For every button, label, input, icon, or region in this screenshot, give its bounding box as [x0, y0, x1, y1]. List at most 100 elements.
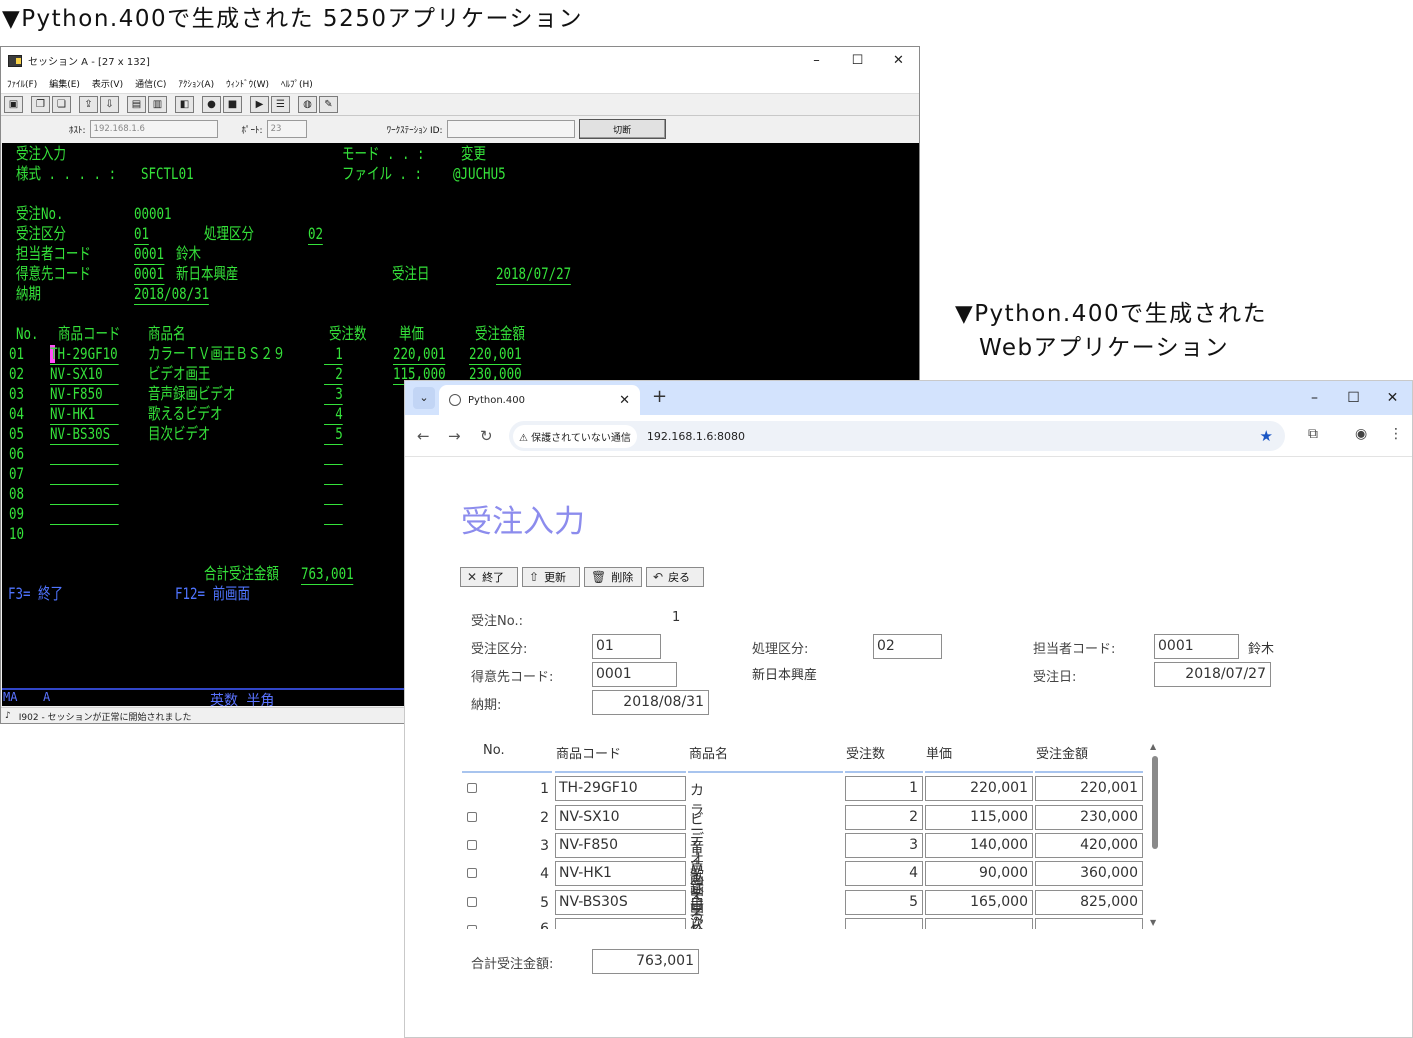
menu-window[interactable]: ｳｨﾝﾄﾞｳ(W) — [226, 77, 269, 90]
screen-proc-kbn-field[interactable]: 02 — [308, 224, 324, 245]
port-field[interactable]: 23 — [266, 120, 307, 138]
new-tab-icon[interactable]: + — [652, 386, 667, 407]
row-qty-field[interactable]: 5 — [845, 890, 923, 915]
stop-macro-icon[interactable]: ■ — [223, 96, 242, 113]
grid-scrollbar[interactable]: ▲ ▼ — [1149, 742, 1159, 930]
omnibox[interactable]: ⚠ 保護されていない通信 192.168.1.6:8080 ★ — [509, 421, 1285, 451]
play-macro-icon[interactable]: ▶ — [250, 96, 269, 113]
row-price-field[interactable]: 165,000 — [925, 890, 1033, 915]
row-checkbox[interactable] — [467, 840, 477, 850]
help-icon[interactable]: ✎ — [319, 96, 338, 113]
paste-icon[interactable]: ❏ — [52, 96, 71, 113]
scroll-down-icon[interactable]: ▼ — [1150, 918, 1156, 927]
row-amount-field[interactable] — [1035, 918, 1143, 929]
row-code-field[interactable]: NV-BS30S — [555, 890, 686, 915]
scroll-up-icon[interactable]: ▲ — [1150, 742, 1156, 751]
row-code-field[interactable]: NV-F850 — [555, 833, 686, 858]
screen-row-qty[interactable] — [324, 524, 343, 525]
row-price-field[interactable] — [925, 918, 1033, 929]
scroll-thumb[interactable] — [1152, 756, 1158, 849]
globe-icon[interactable]: ◍ — [298, 96, 317, 113]
screen-row-qty[interactable]: 1 — [324, 344, 343, 365]
row-checkbox[interactable] — [467, 783, 477, 793]
tab-close-icon[interactable]: ✕ — [619, 393, 630, 408]
screen-row-code[interactable]: NV-HK1 — [50, 404, 119, 425]
order-date-field[interactable]: 2018/07/27 — [1154, 662, 1271, 687]
display-alt-icon[interactable]: ▥ — [148, 96, 167, 113]
row-checkbox[interactable] — [467, 925, 477, 929]
record-macro-icon[interactable]: ● — [202, 96, 221, 113]
macro-list-icon[interactable]: ☰ — [271, 96, 290, 113]
screen-row-qty[interactable] — [324, 464, 343, 465]
security-indicator[interactable]: ⚠ 保護されていない通信 — [513, 424, 637, 448]
screen-order-date-field[interactable]: 2018/07/27 — [496, 264, 572, 285]
screen-row-code[interactable] — [50, 484, 119, 485]
row-price-field[interactable]: 115,000 — [925, 805, 1033, 830]
copy-icon[interactable]: ❐ — [31, 96, 50, 113]
screen-row-code[interactable]: NV-SX10 — [50, 364, 119, 385]
browser-maximize-button[interactable]: ☐ — [1334, 381, 1373, 415]
row-code-field[interactable]: NV-HK1 — [555, 861, 686, 886]
browser-minimize-button[interactable]: – — [1295, 381, 1334, 415]
menu-view[interactable]: 表示(V) — [92, 77, 123, 90]
browser-close-button[interactable]: ✕ — [1373, 381, 1412, 415]
screen-row-qty[interactable]: 5 — [324, 424, 343, 445]
update-button[interactable]: ⇧ 更新 — [522, 567, 580, 587]
menu-action[interactable]: ｱｸｼｮﾝ(A) — [178, 77, 214, 90]
screen-row-code[interactable] — [50, 464, 119, 465]
row-price-field[interactable]: 140,000 — [925, 833, 1033, 858]
screen-row-code[interactable]: NV-BS30S — [50, 424, 119, 445]
url-text[interactable]: 192.168.1.6:8080 — [647, 430, 745, 443]
row-code-field[interactable]: NV-SX10 — [555, 805, 686, 830]
proc-kbn-field[interactable]: 02 — [873, 634, 942, 659]
screen-row-qty[interactable]: 4 — [324, 404, 343, 425]
reload-icon[interactable]: ↻ — [480, 427, 493, 445]
row-qty-field[interactable]: 4 — [845, 861, 923, 886]
screen-row-code[interactable]: NV-F850 — [50, 384, 119, 405]
row-qty-field[interactable]: 3 — [845, 833, 923, 858]
send-file-icon[interactable]: ⇪ — [79, 96, 98, 113]
screen-row-code[interactable] — [50, 524, 119, 525]
print-screen-icon[interactable]: ▣ — [4, 96, 23, 113]
screen-row-qty[interactable]: 3 — [324, 384, 343, 405]
screen-f12-key[interactable]: F12= 前画面 — [175, 584, 250, 604]
maximize-button[interactable]: ☐ — [837, 53, 878, 68]
staff-code-field[interactable]: 0001 — [1154, 634, 1239, 659]
due-date-field[interactable]: 2018/08/31 — [592, 690, 709, 715]
row-checkbox[interactable] — [467, 897, 477, 907]
delete-button[interactable]: 🗑 削除 — [584, 567, 642, 587]
screen-order-kbn-field[interactable]: 01 — [134, 224, 150, 245]
row-amount-field[interactable]: 360,000 — [1035, 861, 1143, 886]
row-qty-field[interactable]: 2 — [845, 805, 923, 830]
screen-row-code[interactable]: TH-29GF10 — [50, 344, 119, 365]
row-amount-field[interactable]: 230,000 — [1035, 805, 1143, 830]
profile-icon[interactable]: ◉ — [1355, 426, 1367, 442]
screen-staff-code-field[interactable]: 0001 — [134, 244, 165, 265]
screen-row-qty[interactable] — [324, 484, 343, 485]
row-amount-field[interactable]: 220,001 — [1035, 776, 1143, 801]
close-button[interactable]: ✕ — [878, 53, 919, 68]
row-qty-field[interactable]: 1 — [845, 776, 923, 801]
row-price-field[interactable]: 90,000 — [925, 861, 1033, 886]
back-icon[interactable]: ← — [417, 427, 430, 445]
screen-row-qty[interactable] — [324, 504, 343, 505]
row-amount-field[interactable]: 825,000 — [1035, 890, 1143, 915]
screen-due-date-field[interactable]: 2018/08/31 — [134, 284, 210, 305]
macro-icon[interactable]: ◧ — [175, 96, 194, 113]
row-qty-field[interactable] — [845, 918, 923, 929]
row-price-field[interactable]: 220,001 — [925, 776, 1033, 801]
more-menu-icon[interactable]: ⋮ — [1389, 426, 1403, 442]
menu-edit[interactable]: 編集(E) — [49, 77, 80, 90]
forward-icon[interactable]: → — [448, 427, 461, 445]
host-field[interactable]: 192.168.1.6 — [89, 120, 218, 138]
bookmark-star-icon[interactable]: ★ — [1260, 427, 1273, 445]
row-amount-field[interactable]: 420,000 — [1035, 833, 1143, 858]
row-code-field[interactable] — [555, 918, 686, 929]
screen-customer-code-field[interactable]: 0001 — [134, 264, 165, 285]
row-checkbox[interactable] — [467, 812, 477, 822]
order-kbn-field[interactable]: 01 — [592, 634, 661, 659]
display-icon[interactable]: ▤ — [127, 96, 146, 113]
menu-file[interactable]: ﾌｧｲﾙ(F) — [7, 77, 37, 90]
workstation-field[interactable] — [446, 120, 575, 138]
exit-button[interactable]: ✕ 終了 — [460, 567, 518, 587]
